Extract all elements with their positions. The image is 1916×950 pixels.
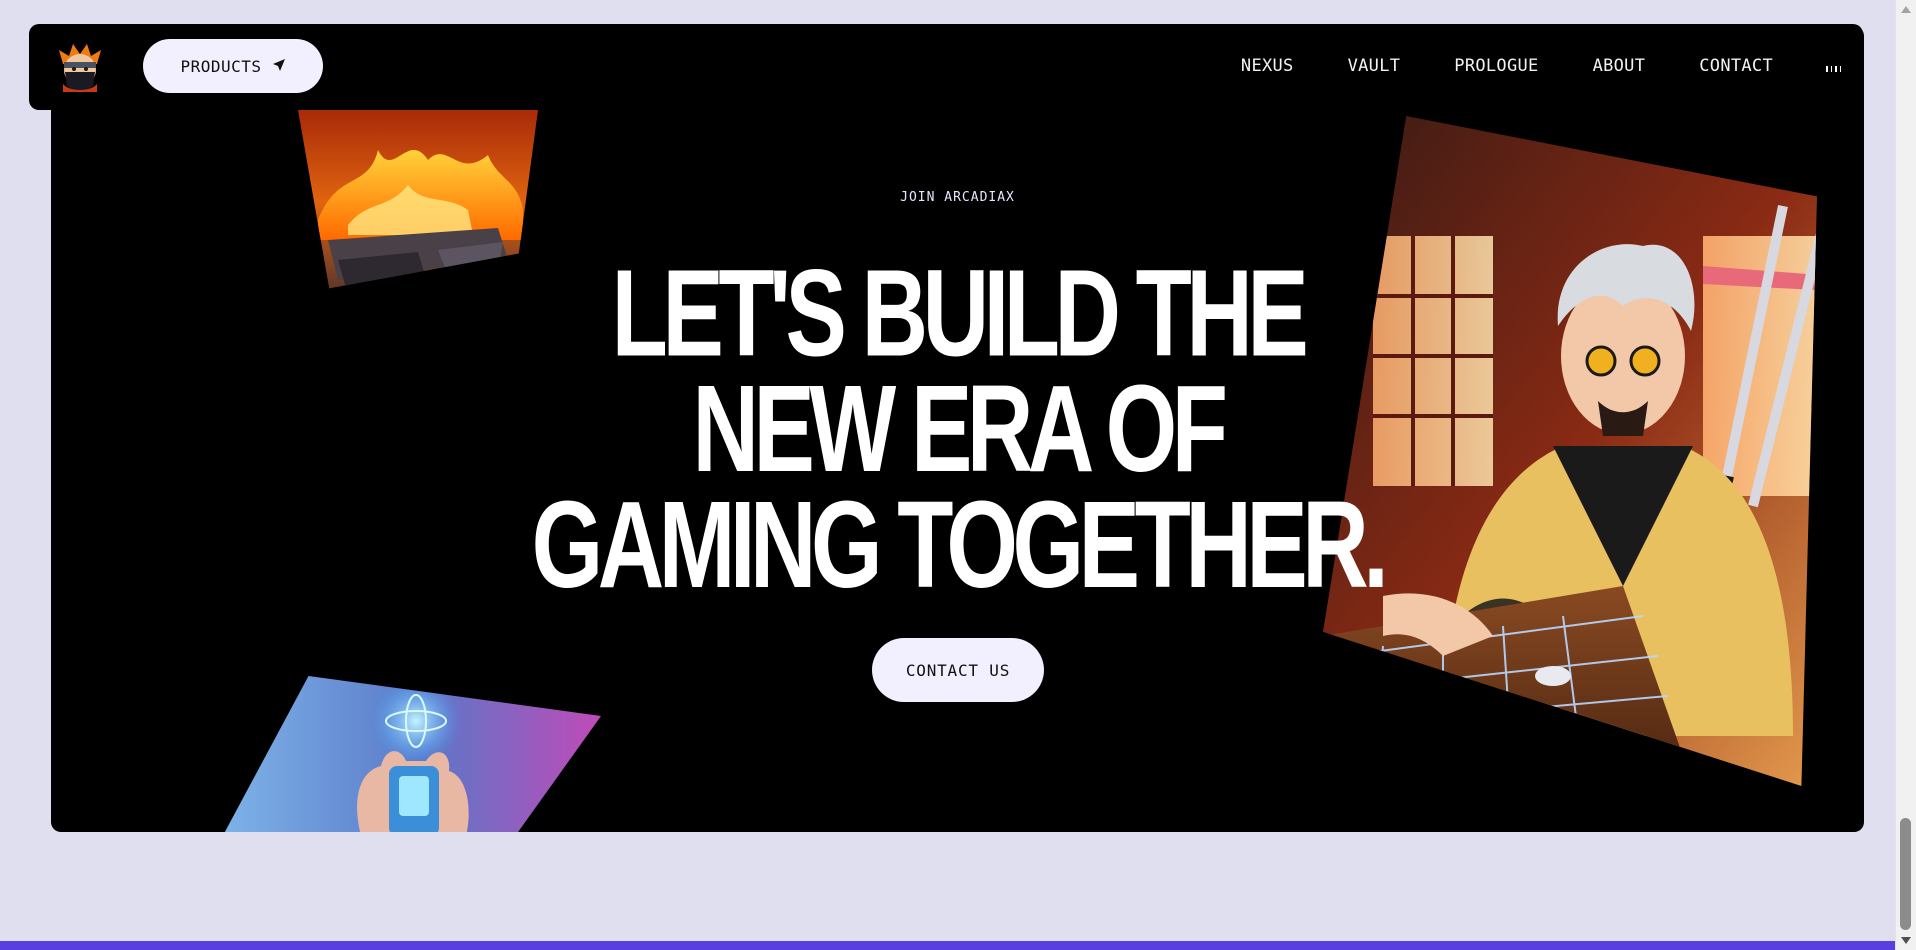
page-viewport: JOIN ARCADIAX LET'S BUILD THE NEW ERA OF… xyxy=(0,0,1896,950)
headline-line-2: NEW ERA OF xyxy=(692,359,1227,499)
products-button[interactable]: PRODUCTS xyxy=(143,39,323,93)
nav-link-vault[interactable]: VAULT xyxy=(1348,56,1401,76)
nav-link-contact[interactable]: CONTACT xyxy=(1699,56,1773,76)
top-navbar: PRODUCTS NEXUS VAULT PROLOGUE ABOUT CONT… xyxy=(29,24,1863,110)
bottom-accent-stripe xyxy=(0,941,1896,950)
ninja-logo-icon[interactable] xyxy=(55,42,105,92)
hero-headline: LET'S BUILD THE NEW ERA OF GAMING TOGETH… xyxy=(250,244,1664,615)
scrollbar-thumb[interactable] xyxy=(1900,818,1911,930)
audio-bars-icon[interactable] xyxy=(1826,64,1841,72)
paper-plane-icon xyxy=(272,57,286,76)
vertical-scrollbar[interactable] xyxy=(1895,0,1916,950)
headline-line-1: LET'S BUILD THE xyxy=(611,244,1309,384)
nav-link-about[interactable]: ABOUT xyxy=(1593,56,1646,76)
contact-us-button[interactable]: CONTACT US xyxy=(872,638,1044,702)
nav-links: NEXUS VAULT PROLOGUE ABOUT CONTACT xyxy=(1241,56,1773,76)
nav-link-nexus[interactable]: NEXUS xyxy=(1241,56,1294,76)
hero-section: JOIN ARCADIAX LET'S BUILD THE NEW ERA OF… xyxy=(51,26,1864,832)
scroll-down-arrow-icon[interactable] xyxy=(1901,937,1911,944)
nav-link-prologue[interactable]: PROLOGUE xyxy=(1454,56,1538,76)
join-kicker-label: JOIN ARCADIAX xyxy=(900,190,1015,205)
scroll-up-arrow-icon[interactable] xyxy=(1901,6,1911,13)
hologram-hand-artwork-image xyxy=(222,676,601,832)
headline-line-3: GAMING TOGETHER. xyxy=(531,475,1389,615)
products-label: PRODUCTS xyxy=(180,56,262,76)
